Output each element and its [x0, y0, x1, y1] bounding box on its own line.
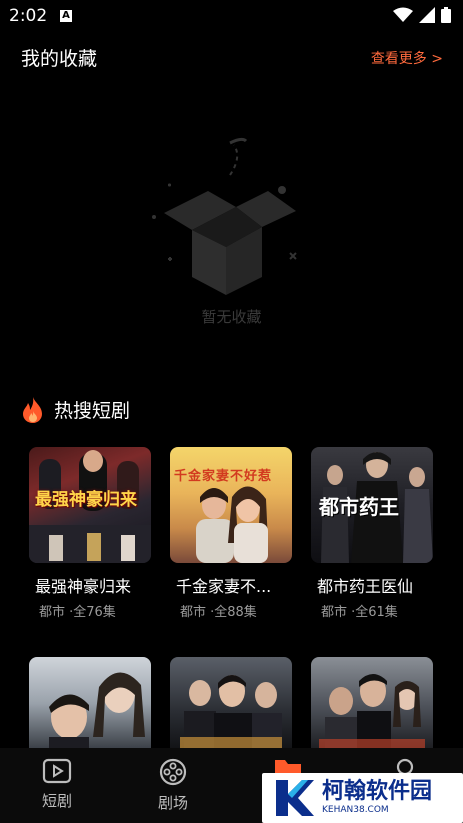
poster-figures: [180, 675, 282, 749]
drama-meta: 都市 ·全88集: [180, 605, 257, 620]
hot-search-title: 热搜短剧: [54, 400, 131, 422]
play-video-icon: [42, 758, 72, 784]
battery-icon: [441, 7, 451, 23]
poster-figures: [49, 672, 145, 749]
status-time: 2:02: [9, 6, 48, 26]
drama-card[interactable]: 最强神豪归来 最强神豪归来 都市 ·全76集: [29, 447, 151, 620]
fire-icon: [23, 396, 42, 423]
poster-title-art: 千金家妻不好惹: [174, 469, 273, 484]
wifi-icon: [393, 7, 413, 22]
favorites-title: 我的收藏: [21, 48, 98, 70]
watermark-logo: 柯翰软件园 KEHAN38.COM: [262, 773, 463, 823]
view-more-link[interactable]: 查看更多 >: [371, 48, 443, 68]
drama-poster[interactable]: 千金家妻不好惹: [170, 447, 292, 563]
poster-title-art: 最强神豪归来: [35, 490, 137, 510]
drama-title: 千金家妻不...: [176, 577, 272, 596]
notification-a-icon: A: [60, 10, 72, 22]
drama-poster[interactable]: 都市药王: [311, 447, 433, 563]
watermark-brand: 柯翰软件园: [322, 779, 433, 804]
empty-box-icon: [152, 137, 297, 295]
drama-poster[interactable]: 最强神豪归来: [29, 447, 151, 563]
poster-title-art: 都市药王: [319, 495, 399, 519]
nav-item-theater[interactable]: 剧场: [143, 758, 203, 813]
drama-card[interactable]: [29, 657, 151, 749]
watermark-url: KEHAN38.COM: [322, 805, 389, 815]
drama-card[interactable]: [311, 657, 433, 749]
status-bar: 2:02 A: [0, 0, 463, 32]
film-reel-icon: [159, 758, 187, 786]
system-icons: [393, 7, 451, 23]
poster-figures: [319, 674, 425, 749]
nav-item-shorts[interactable]: 短剧: [27, 758, 87, 811]
drama-meta: 都市 ·全76集: [39, 605, 116, 620]
drama-card[interactable]: [170, 657, 292, 749]
empty-favorites-text: 暂无收藏: [201, 308, 262, 326]
hot-search-header: 热搜短剧: [22, 396, 130, 423]
drama-card[interactable]: 都市药王 都市药王医仙 都市 ·全61集: [311, 447, 433, 620]
drama-title: 最强神豪归来: [35, 577, 132, 596]
drama-meta: 都市 ·全61集: [321, 605, 398, 620]
drama-title: 都市药王医仙: [317, 577, 414, 596]
drama-card[interactable]: 千金家妻不好惹 千金家妻不... 都市 ·全88集: [170, 447, 292, 620]
nav-label-theater: 剧场: [157, 794, 188, 812]
brand-k-icon: [276, 780, 314, 816]
signal-icon: [419, 7, 435, 23]
nav-label-shorts: 短剧: [41, 792, 72, 810]
